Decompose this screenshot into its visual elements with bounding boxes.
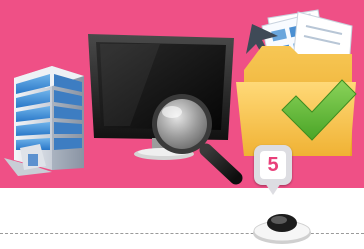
step-marker: 5 [247,139,313,245]
folder-documents-icon [236,9,356,156]
office-building-icon [4,66,84,176]
step-number: 5 [260,151,286,179]
pushpin-button-icon[interactable] [252,205,312,245]
step-pointer [265,183,281,195]
